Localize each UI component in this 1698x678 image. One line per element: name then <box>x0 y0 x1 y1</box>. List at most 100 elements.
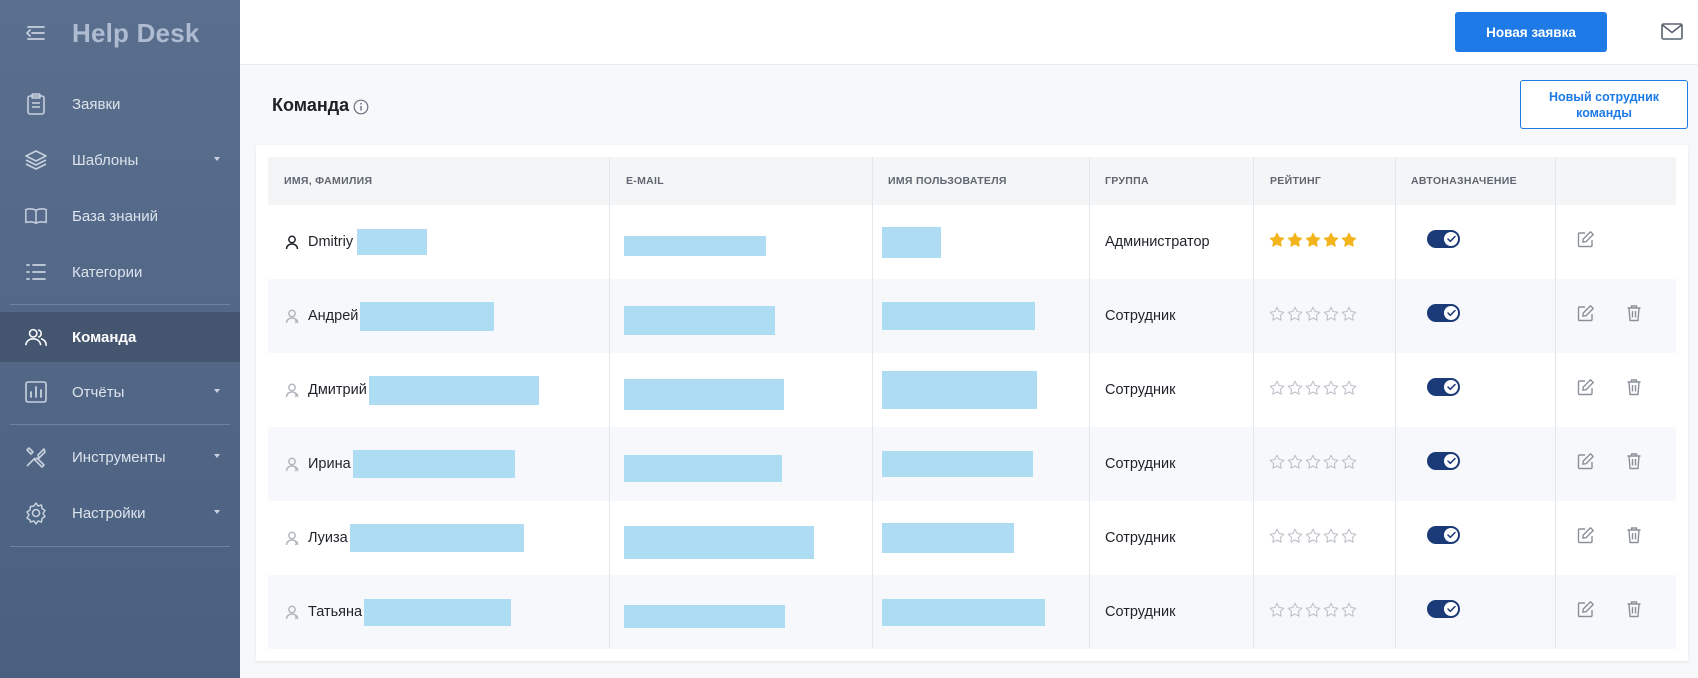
star-empty-icon[interactable] <box>1287 306 1303 322</box>
edit-icon[interactable] <box>1575 524 1597 546</box>
star-rating[interactable] <box>1269 380 1357 396</box>
column-header-auto-assign[interactable]: АВТОНАЗНАЧЕНИЕ <box>1411 157 1517 205</box>
group-cell: Сотрудник <box>1105 456 1176 472</box>
star-rating[interactable] <box>1269 306 1357 322</box>
sidebar-item-team[interactable]: Команда <box>0 312 240 362</box>
star-empty-icon[interactable] <box>1287 380 1303 396</box>
redacted-email <box>624 305 775 335</box>
redacted-last-name <box>352 450 515 478</box>
edit-icon[interactable] <box>1575 228 1597 250</box>
chevron-down-icon <box>214 510 220 514</box>
username-cell <box>882 279 1035 353</box>
sidebar-item-reports[interactable]: Отчёты <box>0 367 240 417</box>
trash-icon[interactable] <box>1623 376 1645 398</box>
star-rating[interactable] <box>1269 232 1357 248</box>
sidebar-item-label: Заявки <box>72 95 121 113</box>
star-empty-icon[interactable] <box>1341 528 1357 544</box>
star-empty-icon[interactable] <box>1305 454 1321 470</box>
star-empty-icon[interactable] <box>1269 454 1285 470</box>
star-empty-icon[interactable] <box>1305 528 1321 544</box>
star-empty-icon[interactable] <box>1341 306 1357 322</box>
star-empty-icon[interactable] <box>1305 380 1321 396</box>
rating-cell <box>1269 575 1357 649</box>
trash-icon[interactable] <box>1623 598 1645 620</box>
redacted-email <box>624 236 766 256</box>
star-empty-icon[interactable] <box>1341 454 1357 470</box>
rating-cell <box>1269 353 1357 427</box>
check-icon <box>1444 232 1458 246</box>
star-filled-icon[interactable] <box>1323 232 1339 248</box>
username-cell <box>882 427 1033 501</box>
column-divider <box>872 157 873 649</box>
mail-icon[interactable] <box>1660 19 1684 43</box>
edit-icon[interactable] <box>1575 598 1597 620</box>
star-empty-icon[interactable] <box>1323 528 1339 544</box>
star-empty-icon[interactable] <box>1269 528 1285 544</box>
sidebar-item-knowledge-base[interactable]: База знаний <box>0 191 240 241</box>
star-empty-icon[interactable] <box>1305 602 1321 618</box>
redacted-last-name <box>368 375 539 405</box>
star-empty-icon[interactable] <box>1323 602 1339 618</box>
column-header-group[interactable]: ГРУППА <box>1105 157 1149 205</box>
star-rating[interactable] <box>1269 602 1357 618</box>
star-empty-icon[interactable] <box>1323 306 1339 322</box>
column-header-username[interactable]: ИМЯ ПОЛЬЗОВАТЕЛЯ <box>888 157 1007 205</box>
sidebar-item-settings[interactable]: Настройки <box>0 488 240 538</box>
star-filled-icon[interactable] <box>1287 232 1303 248</box>
auto-assign-toggle[interactable] <box>1427 526 1460 544</box>
layers-icon <box>24 148 48 172</box>
team-table-card: ИМЯ, ФАМИЛИЯ E-MAIL ИМЯ ПОЛЬЗОВАТЕЛЯ ГРУ… <box>256 145 1688 661</box>
sidebar-item-label: Категории <box>72 263 143 281</box>
star-empty-icon[interactable] <box>1323 380 1339 396</box>
redacted-email <box>624 604 785 628</box>
auto-assign-toggle[interactable] <box>1427 600 1460 618</box>
trash-icon[interactable] <box>1623 302 1645 324</box>
star-rating[interactable] <box>1269 454 1357 470</box>
trash-icon[interactable] <box>1623 524 1645 546</box>
table-header: ИМЯ, ФАМИЛИЯ E-MAIL ИМЯ ПОЛЬЗОВАТЕЛЯ ГРУ… <box>268 157 1676 205</box>
actions-cell <box>1575 427 1645 501</box>
sidebar-item-tickets[interactable]: Заявки <box>0 79 240 129</box>
star-empty-icon[interactable] <box>1269 380 1285 396</box>
first-name: Дмитрий <box>308 382 367 398</box>
actions-cell <box>1575 575 1645 649</box>
star-empty-icon[interactable] <box>1341 602 1357 618</box>
star-empty-icon[interactable] <box>1287 602 1303 618</box>
auto-assign-toggle[interactable] <box>1427 378 1460 396</box>
column-header-name[interactable]: ИМЯ, ФАМИЛИЯ <box>284 157 372 205</box>
edit-icon[interactable] <box>1575 302 1597 324</box>
column-divider <box>1555 157 1556 649</box>
star-empty-icon[interactable] <box>1287 454 1303 470</box>
star-filled-icon[interactable] <box>1305 232 1321 248</box>
edit-icon[interactable] <box>1575 376 1597 398</box>
redacted-username <box>882 523 1014 553</box>
group-cell: Сотрудник <box>1105 382 1176 398</box>
star-empty-icon[interactable] <box>1269 306 1285 322</box>
column-header-email[interactable]: E-MAIL <box>626 157 664 205</box>
sidebar-item-tools[interactable]: Инструменты <box>0 432 240 482</box>
auto-assign-toggle[interactable] <box>1427 230 1460 248</box>
column-divider <box>1089 157 1090 649</box>
star-empty-icon[interactable] <box>1269 602 1285 618</box>
sidebar-item-categories[interactable]: Категории <box>0 247 240 297</box>
edit-icon[interactable] <box>1575 450 1597 472</box>
menu-collapse-icon[interactable] <box>22 19 50 47</box>
auto-assign-toggle[interactable] <box>1427 452 1460 470</box>
star-filled-icon[interactable] <box>1269 232 1285 248</box>
new-ticket-button[interactable]: Новая заявка <box>1455 12 1607 52</box>
star-empty-icon[interactable] <box>1305 306 1321 322</box>
info-icon[interactable] <box>353 99 369 115</box>
redacted-email <box>624 378 784 410</box>
star-rating[interactable] <box>1269 528 1357 544</box>
actions-cell <box>1575 279 1645 353</box>
sidebar-item-templates[interactable]: Шаблоны <box>0 135 240 185</box>
table-body: Dmitriy Администратор Андрей Сотрудник Дмитр… <box>268 205 1676 649</box>
star-empty-icon[interactable] <box>1287 528 1303 544</box>
column-header-rating[interactable]: РЕЙТИНГ <box>1270 157 1321 205</box>
auto-assign-toggle[interactable] <box>1427 304 1460 322</box>
trash-icon[interactable] <box>1623 450 1645 472</box>
new-team-member-button[interactable]: Новый сотрудник команды <box>1520 80 1688 129</box>
star-empty-icon[interactable] <box>1323 454 1339 470</box>
star-filled-icon[interactable] <box>1341 232 1357 248</box>
star-empty-icon[interactable] <box>1341 380 1357 396</box>
